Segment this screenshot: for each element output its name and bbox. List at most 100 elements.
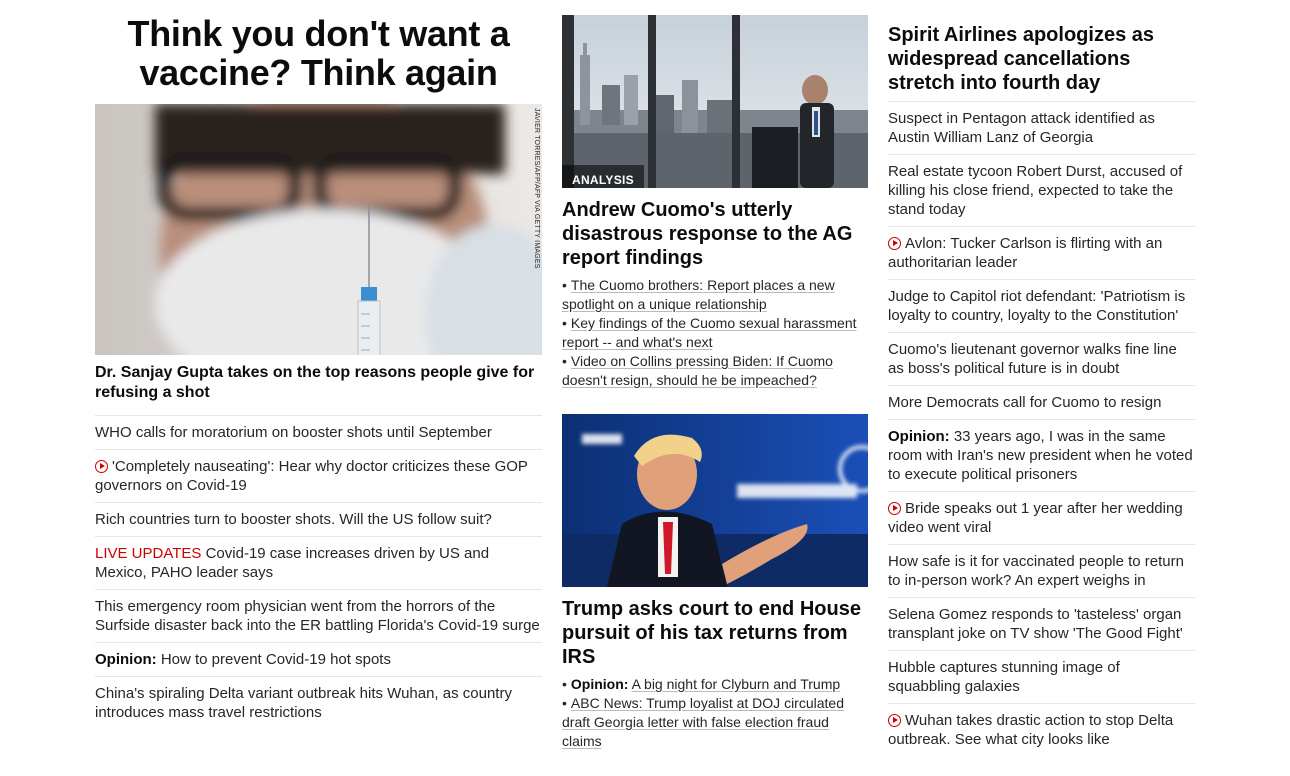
headline-list-item[interactable]: 'Completely nauseating': Hear why doctor… <box>95 449 542 502</box>
headline-link[interactable]: WHO calls for moratorium on booster shot… <box>95 424 492 441</box>
headline-list-item[interactable]: Selena Gomez responds to 'tasteless' org… <box>888 597 1195 650</box>
related-link[interactable]: Key findings of the Cuomo sexual harassm… <box>562 315 857 350</box>
bullet-icon: • <box>562 695 567 711</box>
middle-column: ANALYSIS Andrew Cuomo's utterly disastro… <box>562 0 868 751</box>
headline-list-item[interactable]: Opinion: 33 years ago, I was in the same… <box>888 419 1195 491</box>
opinion-label: Opinion: <box>570 676 629 692</box>
headline-link[interactable]: Rich countries turn to booster shots. Wi… <box>95 511 492 528</box>
right-column: Spirit Airlines apologizes as widespread… <box>888 0 1195 756</box>
opinion-label: Opinion: <box>888 428 950 445</box>
headline-text: More Democrats call for Cuomo to resign <box>888 394 1162 411</box>
headline-list-item[interactable]: Judge to Capitol riot defendant: 'Patrio… <box>888 279 1195 332</box>
headline-list-item[interactable]: Wuhan takes drastic action to stop Delta… <box>888 703 1195 756</box>
vaccine-feature-photo: JAVIER TORRES/AFP/AFP VIA GETTY IMAGES <box>95 104 542 355</box>
bullet-icon: • <box>562 676 567 692</box>
headline-list-item[interactable]: This emergency room physician went from … <box>95 589 542 642</box>
trump-headline-link[interactable]: Trump asks court to end House pursuit of… <box>562 597 868 669</box>
vaccine-feature-headline[interactable]: Think you don't want a vaccine? Think ag… <box>95 14 542 92</box>
bullet-icon: • <box>562 315 567 331</box>
headline-list-item[interactable]: How safe is it for vaccinated people to … <box>888 544 1195 597</box>
play-circle-icon <box>888 502 901 515</box>
spirit-airlines-headline-link[interactable]: Spirit Airlines apologizes as widespread… <box>888 23 1195 95</box>
headline-list-item[interactable]: Avlon: Tucker Carlson is flirting with a… <box>888 226 1195 279</box>
headline-link[interactable]: Real estate tycoon Robert Durst, accused… <box>888 163 1182 218</box>
headline-link[interactable]: Judge to Capitol riot defendant: 'Patrio… <box>888 288 1185 324</box>
headline-link[interactable]: Opinion: How to prevent Covid-19 hot spo… <box>95 651 391 668</box>
vaccine-lead-caption-link[interactable]: Dr. Sanjay Gupta takes on the top reason… <box>95 363 542 403</box>
headline-text: Rich countries turn to booster shots. Wi… <box>95 511 492 528</box>
headline-list-item[interactable]: Real estate tycoon Robert Durst, accused… <box>888 154 1195 226</box>
photo-credit: JAVIER TORRES/AFP/AFP VIA GETTY IMAGES <box>533 108 540 269</box>
headline-link[interactable]: Hubble captures stunning image of squabb… <box>888 659 1120 695</box>
live-updates-label: LIVE UPDATES <box>95 545 202 562</box>
cuomo-photo-link[interactable]: ANALYSIS <box>562 15 868 188</box>
play-circle-icon <box>95 460 108 473</box>
headline-text: 'Completely nauseating': Hear why doctor… <box>95 458 528 494</box>
headline-text: Avlon: Tucker Carlson is flirting with a… <box>888 235 1163 271</box>
headline-text: Real estate tycoon Robert Durst, accused… <box>888 163 1183 218</box>
related-link[interactable]: The Cuomo brothers: Report places a new … <box>562 277 835 312</box>
headline-link[interactable]: This emergency room physician went from … <box>95 598 540 634</box>
headline-text: How safe is it for vaccinated people to … <box>888 553 1184 589</box>
headline-link[interactable]: Avlon: Tucker Carlson is flirting with a… <box>888 235 1162 271</box>
vaccine-feature-photo-link[interactable]: JAVIER TORRES/AFP/AFP VIA GETTY IMAGES <box>95 104 542 355</box>
related-link[interactable]: ABC News: Trump loyalist at DOJ circulat… <box>562 695 844 749</box>
cuomo-headline-link[interactable]: Andrew Cuomo's utterly disastrous respon… <box>562 198 868 270</box>
headline-list-item[interactable]: Bride speaks out 1 year after her weddin… <box>888 491 1195 544</box>
headline-list-item[interactable]: More Democrats call for Cuomo to resign <box>888 385 1195 419</box>
headline-text: China's spiraling Delta variant outbreak… <box>95 685 512 721</box>
headline-text: WHO calls for moratorium on booster shot… <box>95 424 492 441</box>
headline-list-item[interactable]: LIVE UPDATES Covid-19 case increases dri… <box>95 536 542 589</box>
doctor-with-syringe-image <box>95 104 542 355</box>
trump-photo <box>562 414 868 587</box>
headline-link[interactable]: Wuhan takes drastic action to stop Delta… <box>888 712 1173 748</box>
related-link[interactable]: Video on Collins pressing Biden: If Cuom… <box>562 353 833 388</box>
headline-list-item[interactable]: Suspect in Pentagon attack identified as… <box>888 101 1195 154</box>
headline-link[interactable]: Suspect in Pentagon attack identified as… <box>888 110 1155 146</box>
trump-speaking-image <box>562 414 868 587</box>
headline-text: This emergency room physician went from … <box>95 598 540 634</box>
headline-link[interactable]: How safe is it for vaccinated people to … <box>888 553 1184 589</box>
related-link-item[interactable]: • Opinion: A big night for Clyburn and Tr… <box>562 675 868 694</box>
headline-list-item[interactable]: Opinion: How to prevent Covid-19 hot spo… <box>95 642 542 676</box>
analysis-badge: ANALYSIS <box>562 165 644 188</box>
cuomo-related-list: • The Cuomo brothers: Report places a new… <box>562 276 868 390</box>
cuomo-skyline-image <box>562 15 868 188</box>
left-column: Think you don't want a vaccine? Think ag… <box>95 0 542 729</box>
headline-list-item[interactable]: Rich countries turn to booster shots. Wi… <box>95 502 542 536</box>
headline-text: Judge to Capitol riot defendant: 'Patrio… <box>888 288 1186 324</box>
trump-related-list: • Opinion: A big night for Clyburn and Tr… <box>562 675 868 751</box>
related-link-item[interactable]: • Key findings of the Cuomo sexual harass… <box>562 314 868 352</box>
opinion-label: Opinion: <box>95 651 157 668</box>
headline-list-item[interactable]: Cuomo's lieutenant governor walks fine l… <box>888 332 1195 385</box>
right-headline-list: Suspect in Pentagon attack identified as… <box>888 101 1195 756</box>
play-circle-icon <box>888 714 901 727</box>
headline-text: Wuhan takes drastic action to stop Delta… <box>888 712 1174 748</box>
headline-text: Selena Gomez responds to 'tasteless' org… <box>888 606 1183 642</box>
bullet-icon: • <box>562 353 567 369</box>
bullet-icon: • <box>562 277 567 293</box>
play-circle-icon <box>888 237 901 250</box>
headline-text: Bride speaks out 1 year after her weddin… <box>888 500 1183 536</box>
related-link-item[interactable]: • The Cuomo brothers: Report places a new… <box>562 276 868 314</box>
headline-link[interactable]: 'Completely nauseating': Hear why doctor… <box>95 458 528 494</box>
headline-link[interactable]: China's spiraling Delta variant outbreak… <box>95 685 512 721</box>
headline-link[interactable]: Selena Gomez responds to 'tasteless' org… <box>888 606 1183 642</box>
trump-photo-link[interactable] <box>562 414 868 587</box>
headline-link[interactable]: LIVE UPDATES Covid-19 case increases dri… <box>95 545 489 581</box>
related-link-item[interactable]: • ABC News: Trump loyalist at DOJ circula… <box>562 694 868 751</box>
left-headline-list: WHO calls for moratorium on booster shot… <box>95 415 542 729</box>
headline-list-item[interactable]: China's spiraling Delta variant outbreak… <box>95 676 542 729</box>
related-link[interactable]: A big night for Clyburn and Trump <box>632 676 841 692</box>
headline-list-item[interactable]: WHO calls for moratorium on booster shot… <box>95 415 542 449</box>
headline-link[interactable]: More Democrats call for Cuomo to resign <box>888 394 1161 411</box>
headline-link[interactable]: Opinion: 33 years ago, I was in the same… <box>888 428 1193 483</box>
headline-link[interactable]: Bride speaks out 1 year after her weddin… <box>888 500 1183 536</box>
headline-link[interactable]: Cuomo's lieutenant governor walks fine l… <box>888 341 1177 377</box>
headline-text: Hubble captures stunning image of squabb… <box>888 659 1120 695</box>
headline-list-item[interactable]: Hubble captures stunning image of squabb… <box>888 650 1195 703</box>
headline-text: Cuomo's lieutenant governor walks fine l… <box>888 341 1177 377</box>
headline-text: Suspect in Pentagon attack identified as… <box>888 110 1155 146</box>
related-link-item[interactable]: • Video on Collins pressing Biden: If Cuo… <box>562 352 868 390</box>
cuomo-photo: ANALYSIS <box>562 15 868 188</box>
